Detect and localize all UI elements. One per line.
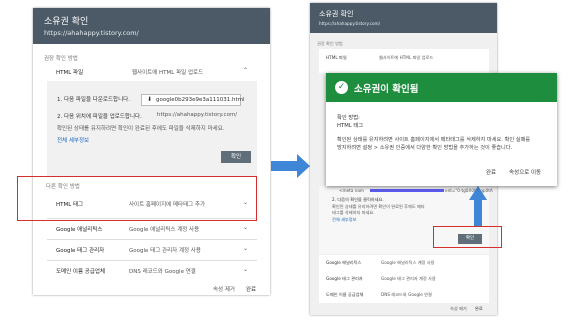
method-name: 도메인 이름 공급업체: [326, 292, 364, 297]
download-filename: google0b293e9e3a111031.html: [156, 97, 245, 103]
confirm-button[interactable]: 확인: [221, 151, 251, 163]
left-verification-dialog: 소유권 확인 https://ahahappy.tistory.com/ 권장 …: [33, 8, 270, 295]
method-name: Google 애널리틱스: [56, 227, 103, 233]
divider: [47, 260, 257, 261]
modal-header: ✓ 소유권이 확인됨: [326, 73, 557, 102]
right-done[interactable]: 완료: [475, 306, 483, 312]
right-html-file-row[interactable]: HTML 파일 웹사이트에 HTML 파일 업로드: [319, 49, 489, 73]
meta-tag-partial: <meta nam: [339, 188, 365, 193]
method-row-domain-provider[interactable]: 도메인 이름 공급업체 DNS 레코드와 Google 연결 ⌄: [47, 265, 257, 277]
method-row-tag-manager[interactable]: Google 태그 관리자 Google 태그 관리자 계정 사용 ⌄: [47, 244, 257, 256]
step-2-url: https://ahahappy.tistory.com/: [157, 112, 238, 118]
recommended-section-label: 권장 확인 방법: [44, 56, 78, 62]
modal-title: 소유권이 확인됨: [354, 84, 419, 95]
method-desc: 웹사이트에 HTML 파일 업로드: [379, 55, 434, 60]
method-desc: Google 태그 관리자 계정 사용: [381, 276, 436, 281]
left-dialog-url: https://ahahappy.tistory.com/: [44, 29, 139, 37]
step-1-text: 1. 다음 파일을 다운로드합니다.: [57, 97, 130, 103]
chevron-down-icon[interactable]: ⌄: [243, 266, 248, 273]
method-name: Google 태그 관리자: [56, 248, 105, 254]
method-desc: Google 애널리틱스 계정 사용: [381, 260, 435, 265]
left-dialog-header: 소유권 확인 https://ahahappy.tistory.com/: [33, 8, 270, 44]
done-button[interactable]: 완료: [246, 285, 256, 293]
verification-method-value: HTML 태그: [337, 123, 364, 129]
right-dialog-title: 소유권 확인: [319, 10, 354, 18]
highlight-html-tag-method: [17, 176, 257, 221]
right-remove-property[interactable]: 속성 제거: [450, 306, 467, 312]
modal-done-button[interactable]: 완료: [486, 168, 496, 176]
method-name: Google 태그 관리자: [326, 276, 363, 281]
method-name: Google 애널리틱스: [326, 260, 362, 265]
arrow-up-icon: [469, 186, 487, 226]
right-dialog-url: https://ahahappy.tistory.com/: [319, 21, 381, 26]
left-dialog-title: 소유권 확인: [44, 17, 89, 27]
keep-file-note: 확인된 상태를 유지하려면 확인이 완료된 후에도 파일을 삭제하지 마세요.: [57, 126, 225, 132]
modal-text-line2: 방지하려면 설정 > 소유권 인증에서 다양한 확인 방법을 추가하는 것이 좋…: [337, 145, 513, 151]
right-method-row-tag-manager[interactable]: Google 태그 관리자 Google 태그 관리자 계정 사용: [319, 271, 489, 287]
redacted-meta-content: [370, 189, 444, 192]
method-name: 도메인 이름 공급업체: [56, 269, 106, 275]
highlight-confirm-button: [433, 226, 502, 248]
right-method-row-domain[interactable]: 도메인 이름 공급업체 DNS 레코드와 Google 연결: [319, 287, 489, 303]
full-details-link[interactable]: 전체 세부정보: [57, 136, 89, 144]
method-desc: DNS 레코드와 Google 연결: [129, 269, 196, 275]
download-icon: ⬇: [147, 96, 153, 103]
arrow-right-icon: [271, 154, 310, 178]
download-file-button[interactable]: ⬇ google0b293e9e3a111031.html: [141, 94, 245, 106]
method-desc: Google 태그 관리자 계정 사용: [129, 248, 201, 254]
method-name: HTML 파일: [326, 55, 347, 60]
right-recommended-label: 권장 확인 방법: [317, 41, 343, 46]
divider: [47, 239, 257, 240]
verification-method-label: 확인 방법:: [337, 115, 360, 121]
chevron-up-icon[interactable]: ⌃: [243, 67, 248, 74]
right-step-2: 2. 다음의 확인을 클릭하세요.: [332, 197, 384, 202]
method-row-html-file[interactable]: HTML 파일 웹사이트에 HTML 파일 업로드 ⌃: [47, 66, 257, 78]
ownership-verified-modal: ✓ 소유권이 확인됨 확인 방법: HTML 태그 확인된 상태를 유지하려면 …: [326, 73, 557, 186]
right-dialog-header: 소유권 확인 https://ahahappy.tistory.com/: [310, 3, 497, 33]
go-to-property-button[interactable]: 속성으로 이동: [509, 168, 541, 176]
method-row-google-analytics[interactable]: Google 애널리틱스 Google 애널리틱스 계정 사용 ⌄: [47, 223, 257, 235]
right-full-details-link[interactable]: 전체 세부정보: [332, 217, 356, 223]
chevron-down-icon[interactable]: ⌄: [243, 224, 248, 231]
chevron-down-icon[interactable]: ⌄: [243, 245, 248, 252]
method-name: HTML 파일: [56, 70, 84, 76]
remove-property-button[interactable]: 속성 제거: [213, 285, 235, 293]
right-note-line2: 태그를 삭제하지 마세요.: [332, 210, 375, 215]
right-method-row-analytics[interactable]: Google 애널리틱스 Google 애널리틱스 계정 사용: [319, 255, 489, 271]
modal-text-line1: 확인된 상태를 유지하려면 사이트 홈페이지에서 메타태그를 삭제하지 마세요.…: [337, 137, 531, 143]
method-desc: 웹사이트에 HTML 파일 업로드: [132, 70, 204, 76]
check-circle-icon: ✓: [335, 81, 348, 94]
step-2-text: 2. 다음 위치에 파일을 업로드합니다.: [57, 114, 142, 120]
method-desc: DNS 레코드와 Google 연결: [381, 292, 432, 297]
method-desc: Google 애널리틱스 계정 사용: [129, 227, 200, 233]
